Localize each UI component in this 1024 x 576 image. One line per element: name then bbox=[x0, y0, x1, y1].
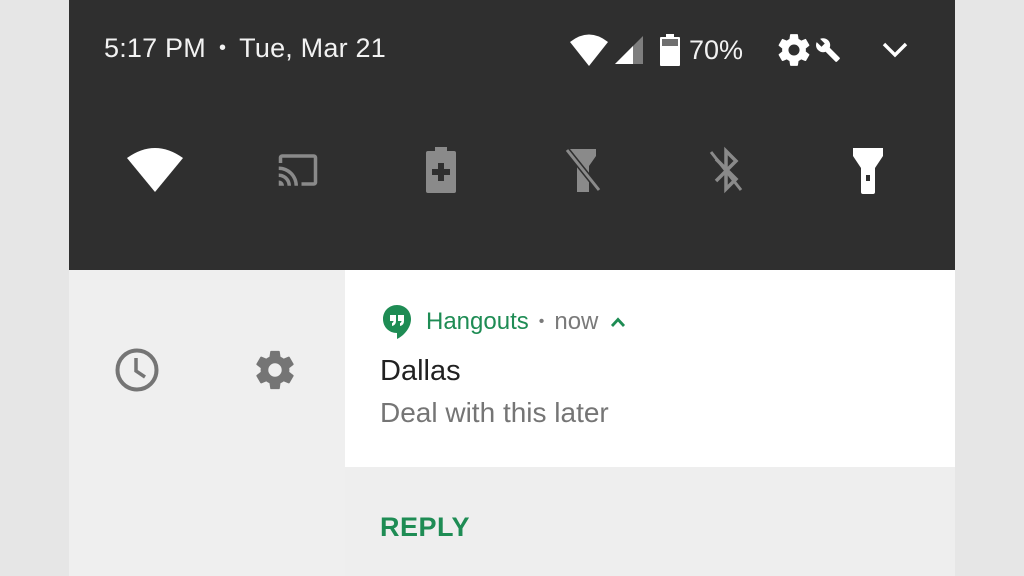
notification-body: Deal with this later bbox=[380, 397, 609, 428]
wifi-icon bbox=[569, 33, 609, 67]
cast-icon bbox=[273, 149, 323, 191]
notification-settings-icon[interactable] bbox=[252, 347, 298, 393]
status-icons: 70% bbox=[569, 28, 909, 72]
battery-percent: 70% bbox=[689, 34, 744, 65]
qs-tile-flashlight-on[interactable] bbox=[823, 130, 913, 210]
status-date: Tue, Mar 21 bbox=[239, 32, 386, 63]
notification-shade-screen: 5:17 PM • Tue, Mar 21 70% Hangouts • now… bbox=[69, 0, 955, 576]
qs-tile-wifi[interactable] bbox=[110, 130, 200, 210]
expand-chevron-icon[interactable] bbox=[881, 40, 909, 60]
notification-header[interactable]: Hangouts • now bbox=[382, 302, 626, 342]
cell-signal-icon bbox=[613, 34, 645, 66]
settings-gear-icon[interactable] bbox=[775, 31, 813, 69]
flashlight-off-icon bbox=[563, 146, 603, 194]
hangouts-notification[interactable]: Hangouts • now Dallas Deal with this lat… bbox=[345, 270, 955, 467]
flashlight-on-icon bbox=[850, 144, 886, 196]
hangouts-app-icon bbox=[382, 304, 412, 340]
qs-tile-bluetooth[interactable] bbox=[681, 130, 771, 210]
qs-tile-battery-saver[interactable] bbox=[396, 130, 486, 210]
quick-settings-panel: 5:17 PM • Tue, Mar 21 70% bbox=[69, 0, 955, 270]
notification-actions-bar: REPLY bbox=[345, 467, 955, 576]
snooze-clock-icon[interactable] bbox=[114, 347, 160, 393]
quick-settings-tiles bbox=[69, 130, 955, 210]
notification-title: Dallas bbox=[380, 355, 461, 387]
notification-guts-actions bbox=[69, 270, 345, 576]
notification-app-name: Hangouts bbox=[426, 308, 529, 335]
bluetooth-off-icon bbox=[707, 146, 745, 194]
notification-time: now bbox=[554, 308, 599, 335]
notification-header-separator: • bbox=[538, 313, 545, 330]
wrench-icon bbox=[815, 37, 841, 63]
status-separator: • bbox=[218, 36, 227, 59]
qs-tile-flashlight[interactable] bbox=[538, 130, 628, 210]
status-time: 5:17 PM bbox=[104, 32, 206, 63]
battery-icon bbox=[659, 33, 681, 67]
qs-tile-cast[interactable] bbox=[253, 130, 343, 210]
collapse-chevron-icon[interactable] bbox=[610, 316, 626, 328]
battery-saver-icon bbox=[424, 146, 458, 194]
status-datetime: 5:17 PM • Tue, Mar 21 bbox=[104, 30, 386, 66]
wifi-icon bbox=[126, 147, 184, 193]
reply-button[interactable]: REPLY bbox=[380, 512, 470, 543]
